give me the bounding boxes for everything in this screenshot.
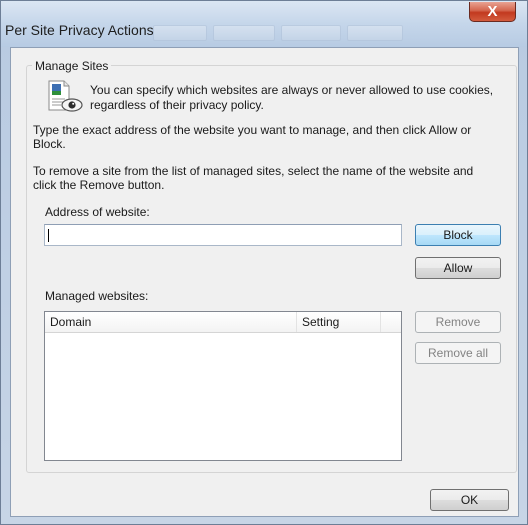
intro-line-1: You can specify which websites are alway…	[90, 83, 494, 97]
dialog-client-area: Manage Sites You can specify which websi…	[10, 47, 519, 517]
background-tabs-ghost	[153, 25, 413, 41]
address-label: Address of website:	[45, 205, 150, 219]
block-button[interactable]: Block	[415, 224, 501, 246]
privacy-document-eye-icon	[48, 80, 83, 112]
remove-all-button[interactable]: Remove all	[415, 342, 501, 364]
close-icon: X	[487, 3, 498, 20]
remove-instruction-line-2: click the Remove button.	[33, 178, 165, 192]
list-header: Domain Setting	[45, 312, 401, 333]
window-title: Per Site Privacy Actions	[5, 22, 154, 38]
instruction-line-2: Block.	[33, 137, 66, 151]
address-input[interactable]	[44, 224, 402, 246]
title-bar[interactable]: Per Site Privacy Actions X	[1, 1, 527, 47]
intro-line-2: regardless of their privacy policy.	[90, 98, 264, 112]
ok-button[interactable]: OK	[430, 489, 509, 511]
column-setting[interactable]: Setting	[297, 312, 381, 332]
dialog-window: Per Site Privacy Actions X Manage Sites …	[0, 0, 528, 525]
column-domain[interactable]: Domain	[45, 312, 297, 332]
close-button[interactable]: X	[469, 2, 516, 22]
column-filler	[381, 312, 401, 332]
managed-websites-label: Managed websites:	[45, 289, 149, 303]
instruction-line-1: Type the exact address of the website yo…	[33, 123, 472, 137]
text-caret	[48, 229, 49, 242]
managed-websites-list[interactable]: Domain Setting	[44, 311, 402, 461]
remove-instruction-line-1: To remove a site from the list of manage…	[33, 164, 474, 178]
remove-button[interactable]: Remove	[415, 311, 501, 333]
allow-button[interactable]: Allow	[415, 257, 501, 279]
group-legend: Manage Sites	[32, 59, 112, 73]
